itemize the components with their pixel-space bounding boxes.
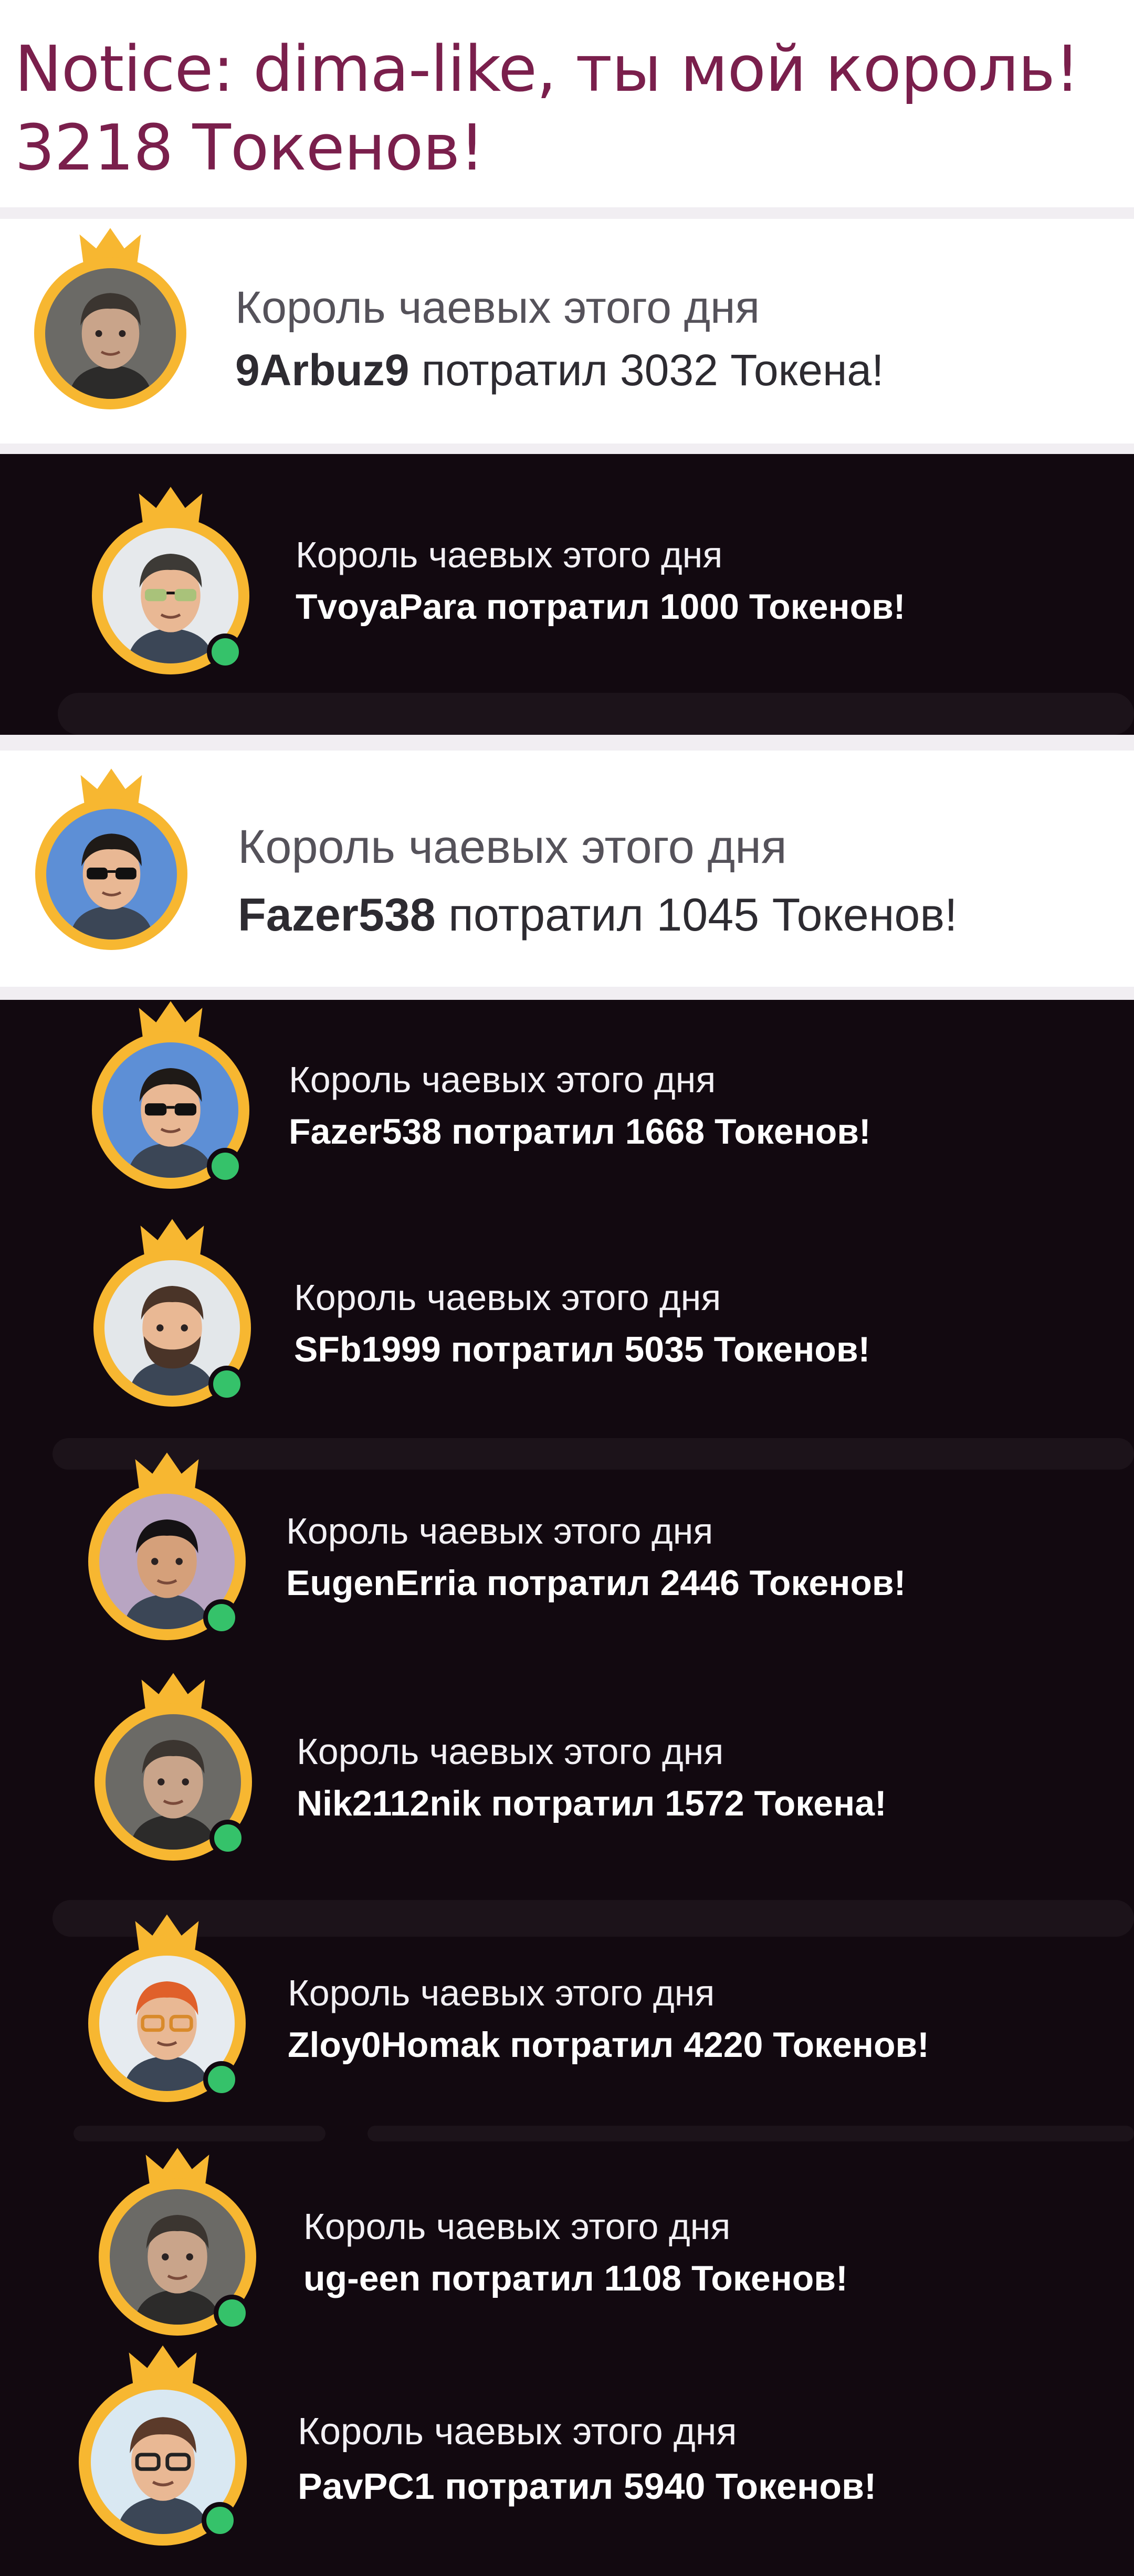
avatar-image xyxy=(45,268,176,399)
king-caption: Король чаевых этого дня xyxy=(238,821,787,873)
tip-summary: Fazer538 потратил 1045 Токенов! xyxy=(238,887,958,943)
notice-line-1: Notice: dima-like, ты мой король! xyxy=(15,33,1080,106)
notice-banner: Notice: dima-like, ты мой король! 3218 Т… xyxy=(0,0,1134,207)
card-divider xyxy=(0,207,1134,219)
token-unit: Токенов! xyxy=(749,587,906,627)
tip-king-entry: Король чаевых этого дня 9Arbuz9 потратил … xyxy=(0,207,1134,454)
username[interactable]: TvoyaPara xyxy=(296,587,476,627)
online-status-dot xyxy=(207,634,244,670)
tip-king-entry: Король чаевых этого дня Fazer538 потратил… xyxy=(0,735,1134,1000)
light-card: Король чаевых этого дня Fazer538 потратил… xyxy=(0,735,1134,1000)
avatar[interactable] xyxy=(79,2345,247,2546)
avatar[interactable] xyxy=(35,768,187,950)
sunglasses-blue-avatar-icon xyxy=(46,808,177,939)
username[interactable]: 9Arbuz9 xyxy=(235,345,409,395)
photo-avatar-icon xyxy=(45,268,176,399)
tip-summary: 9Arbuz9 потратил 3032 Токена! xyxy=(235,344,884,397)
notice-text: Notice: dima-like, ты мой король! 3218 Т… xyxy=(15,30,1122,188)
tip-summary: PavPC1 потратил 5940 Токенов! xyxy=(298,2464,876,2508)
username[interactable]: Fazer538 xyxy=(238,889,436,941)
online-status-dot xyxy=(201,2501,238,2539)
dark-card: Король чаевых этого дня Fazer538 потратил… xyxy=(0,1000,1134,2576)
tip-king-entry: Король чаевых этого дня TvoyaPara потрати… xyxy=(0,454,1134,735)
tip-summary: TvoyaPara потратил 1000 Токенов! xyxy=(296,585,906,628)
king-caption: Король чаевых этого дня xyxy=(235,282,760,333)
token-unit: Токенов! xyxy=(715,2466,877,2507)
token-amount: 1000 xyxy=(659,587,739,627)
dark-card: Король чаевых этого дня TvoyaPara потрати… xyxy=(0,454,1134,735)
card-divider xyxy=(0,987,1134,1000)
verb: потратил xyxy=(486,587,650,627)
token-amount: 3032 xyxy=(620,345,718,395)
verb: потратил xyxy=(421,345,608,395)
verb: потратил xyxy=(445,2466,614,2507)
token-amount: 5940 xyxy=(623,2466,706,2507)
card-divider xyxy=(0,735,1134,751)
token-unit: Токенов! xyxy=(772,889,958,941)
username[interactable]: PavPC1 xyxy=(298,2466,435,2507)
card-divider xyxy=(0,444,1134,454)
king-caption: Король чаевых этого дня xyxy=(296,534,723,575)
token-amount: 1045 xyxy=(656,889,760,941)
king-caption: Король чаевых этого дня xyxy=(298,2411,737,2453)
avatar[interactable] xyxy=(92,487,249,674)
tip-king-entry: Король чаевых этого дня PavPC1 потратил 5… xyxy=(0,1000,1134,2576)
token-unit: Токена! xyxy=(730,345,884,395)
notice-line-2: 3218 Токенов! xyxy=(15,112,485,185)
light-card: Король чаевых этого дня 9Arbuz9 потратил … xyxy=(0,207,1134,454)
avatar[interactable] xyxy=(34,228,186,409)
verb: потратил xyxy=(448,889,644,941)
avatar-image xyxy=(46,808,177,939)
